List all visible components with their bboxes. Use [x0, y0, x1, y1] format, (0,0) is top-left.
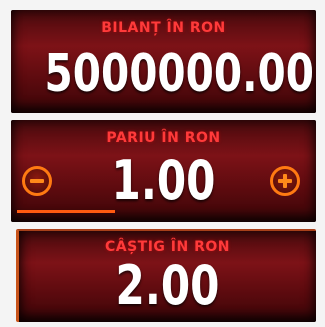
win-label: CÂȘTIG ÎN RON [104, 239, 230, 255]
bet-value: 1.00 [111, 149, 216, 212]
balance-panel: BILANȚ ÎN RON 5000000.00 [11, 10, 316, 113]
win-panel: CÂȘTIG ÎN RON 2.00 [16, 229, 316, 322]
bet-panel: PARIU ÎN RON 1.00 [11, 120, 316, 222]
minus-circle-icon [30, 179, 44, 183]
balance-label: BILANȚ ÎN RON [101, 20, 226, 36]
increase-bet-button[interactable] [270, 166, 300, 196]
balance-value: 5000000.00 [44, 44, 314, 104]
bet-label: PARIU ÎN RON [106, 130, 221, 146]
win-value: 2.00 [115, 254, 220, 317]
bet-level-indicator [17, 210, 115, 213]
